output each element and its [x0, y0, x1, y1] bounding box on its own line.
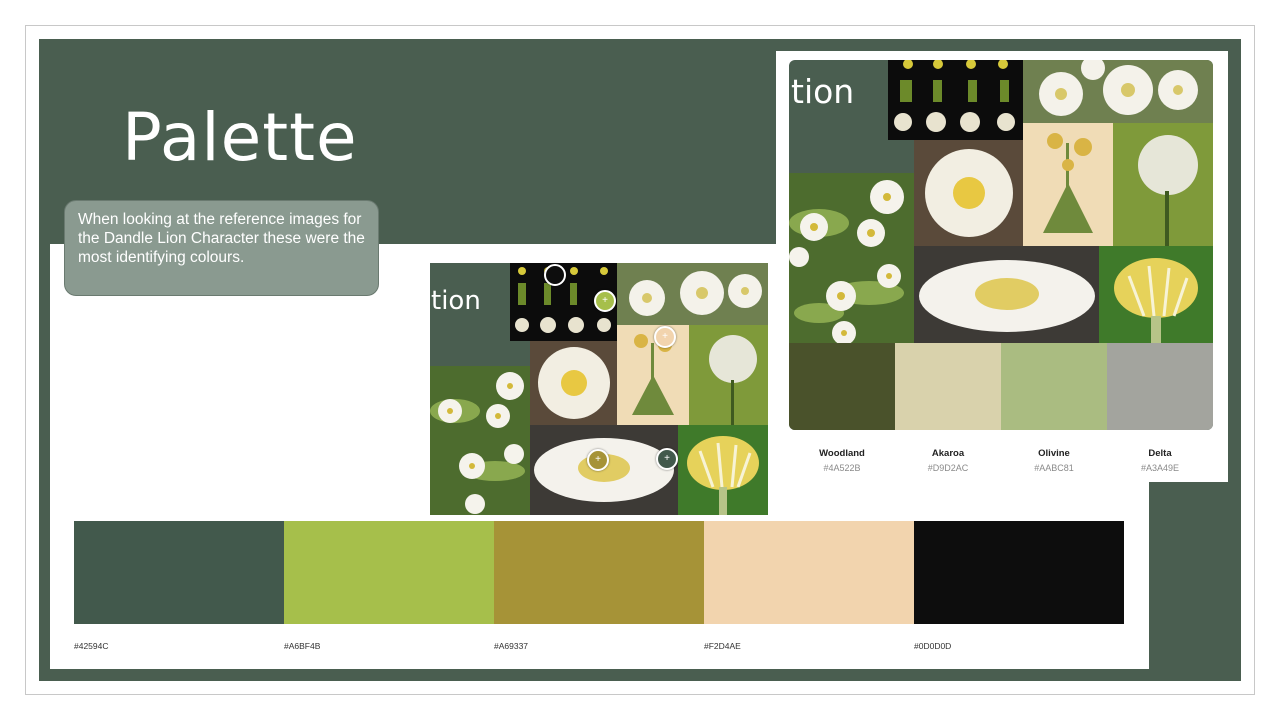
- leafy-flowers-photo: [789, 173, 914, 343]
- description-callout: When looking at the reference images for…: [64, 200, 379, 296]
- palette-swatch-2: [284, 521, 494, 624]
- leafy-flowers-photo: [430, 366, 530, 515]
- large-reference-collage: tion: [789, 60, 1213, 430]
- swatch-name-woodland: Woodland: [819, 448, 865, 459]
- palette-hex-1: #42594C: [74, 641, 109, 651]
- color-picker-olive[interactable]: +: [587, 449, 609, 471]
- swatch-block-olivine: [1001, 343, 1107, 430]
- white-flowers-photo: [617, 263, 768, 325]
- swatch-name-delta: Delta: [1148, 448, 1172, 459]
- palette-swatch-5: [914, 521, 1124, 624]
- color-picker-green[interactable]: +: [594, 290, 616, 312]
- daisy-closeup-photo: [530, 341, 617, 425]
- swatch-hex-akaroa: #D9D2AC: [927, 463, 969, 473]
- swatch-name-olivine: Olivine: [1038, 448, 1070, 459]
- color-picker-peach[interactable]: +: [654, 326, 676, 348]
- palette-swatch-4: [704, 521, 914, 624]
- color-picker-darkgreen[interactable]: +: [656, 448, 678, 470]
- white-daisy-photo: [914, 246, 1099, 343]
- yellow-bud-photo: [678, 425, 768, 515]
- swatch-hex-delta: #A3A49E: [1140, 463, 1180, 473]
- palette-hex-3: #A69337: [494, 641, 529, 651]
- botanical-drawing-photo: [617, 325, 689, 425]
- swatch-hex-olivine: #AABC81: [1034, 463, 1074, 473]
- swatch-hex-woodland: #4A522B: [823, 463, 861, 473]
- swatch-block-woodland: [789, 343, 895, 430]
- specimen-photo: [888, 60, 1023, 140]
- swatch-name-akaroa: Akaroa: [931, 448, 965, 459]
- collage-fragment-text: tion: [431, 286, 481, 316]
- white-flowers-photo: [1023, 60, 1213, 123]
- collage-fragment-text: tion: [791, 72, 855, 111]
- white-daisy-photo: [530, 425, 678, 515]
- palette-hex-2: #A6BF4B: [284, 641, 321, 651]
- palette-swatch-3: [494, 521, 704, 624]
- palette-hex-4: #F2D4AE: [704, 641, 741, 651]
- seed-head-photo: [689, 325, 768, 425]
- botanical-drawing-photo: [1023, 123, 1113, 246]
- slide-title: Palette: [122, 99, 358, 176]
- daisy-closeup-photo: [914, 140, 1023, 246]
- color-picker-black[interactable]: [544, 264, 566, 286]
- palette-swatch-1: [74, 521, 284, 624]
- yellow-bud-photo: [1099, 246, 1213, 343]
- palette-hex-5: #0D0D0D: [914, 641, 952, 651]
- seed-head-photo: [1113, 123, 1213, 246]
- swatch-block-delta: [1107, 343, 1213, 430]
- swatch-block-akaroa: [895, 343, 1001, 430]
